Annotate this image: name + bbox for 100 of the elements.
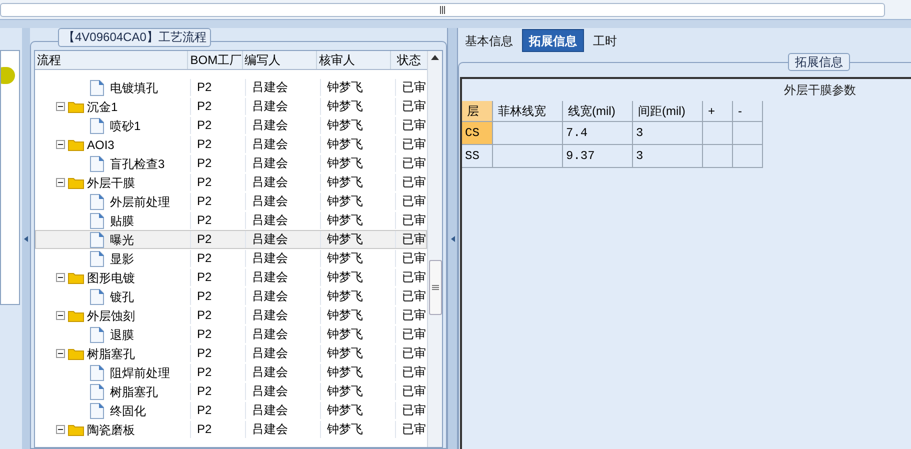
table-cell: 钟梦飞	[327, 327, 363, 341]
table-cell: P2	[197, 175, 212, 189]
tree-row[interactable]: 盲孔检查3 P2 吕建会 钟梦飞 已审	[35, 154, 427, 173]
table-cell: 吕建会	[252, 213, 288, 227]
column-header[interactable]: 编写人	[242, 51, 317, 69]
table-cell: P2	[197, 137, 212, 151]
table-cell: 吕建会	[252, 194, 288, 208]
table-cell: 9.37	[563, 145, 633, 168]
tree-item-label: AOI3	[87, 136, 114, 154]
tree-row[interactable]: 外层前处理 P2 吕建会 钟梦飞 已审	[35, 192, 427, 211]
tree-row[interactable]: 沉金1 P2 吕建会 钟梦飞 已审	[35, 97, 427, 116]
table-cell: P2	[197, 422, 212, 436]
table-cell: 已审	[402, 289, 426, 303]
tree-row[interactable]: 退膜 P2 吕建会 钟梦飞 已审	[35, 325, 427, 344]
expander-icon[interactable]	[56, 178, 65, 187]
tree-item-label: 镀孔	[109, 288, 134, 306]
scroll-thumb[interactable]	[428, 260, 442, 315]
tree-row[interactable]: 电镀填孔 P2 吕建会 钟梦飞 已审	[35, 78, 427, 97]
tree-row[interactable]: 镀孔 P2 吕建会 钟梦飞 已审	[35, 287, 427, 306]
tree-row[interactable]: 外层蚀刻 P2 吕建会 钟梦飞 已审	[35, 306, 427, 325]
collapse-arrow-icon[interactable]	[24, 236, 28, 242]
column-header[interactable]: 核审人	[316, 51, 391, 69]
table-cell: 钟梦飞	[327, 80, 363, 94]
table-cell: 已审	[402, 175, 426, 189]
table-cell: 吕建会	[252, 99, 288, 113]
tree-row[interactable]: 图形电镀 P2 吕建会 钟梦飞 已审	[35, 268, 427, 287]
document-icon	[90, 80, 104, 96]
table-cell: 已审	[402, 403, 426, 417]
table-cell: P2	[197, 213, 212, 227]
table-cell: 已审	[402, 422, 426, 436]
tree-row[interactable]: 树脂塞孔 P2 吕建会 钟梦飞 已审	[35, 382, 427, 401]
tree-row[interactable]: 外层干膜 P2 吕建会 钟梦飞 已审	[35, 173, 427, 192]
table-cell: 钟梦飞	[327, 422, 363, 436]
collapse-arrow-icon[interactable]	[450, 236, 454, 242]
tree-row[interactable]: 陶瓷磨板 P2 吕建会 钟梦飞 已审	[35, 420, 427, 439]
table-title: 外层干膜参数	[783, 82, 857, 99]
tree-item-label: 沉金1	[87, 98, 118, 116]
column-header[interactable]: BOM工厂	[188, 51, 243, 69]
tree-item-label: 树脂塞孔	[109, 384, 158, 400]
tree-item-label: 盲孔检查3	[109, 156, 165, 172]
folder-icon	[68, 271, 84, 284]
column-header[interactable]: 流程	[35, 51, 188, 69]
table-cell: 吕建会	[252, 365, 288, 379]
table-cell: P2	[197, 365, 212, 379]
folder-icon	[68, 347, 84, 360]
table-cell: 3	[633, 145, 703, 168]
table-cell: P2	[197, 289, 212, 303]
row-header[interactable]: SS	[462, 145, 493, 168]
column-header[interactable]: -	[733, 101, 763, 122]
expander-icon[interactable]	[56, 311, 65, 320]
folder-icon	[68, 176, 84, 189]
table-cell: 已审	[402, 327, 426, 341]
tree-row[interactable]: 终固化 P2 吕建会 钟梦飞 已审	[35, 401, 427, 420]
expander-icon[interactable]	[56, 349, 65, 358]
row-header[interactable]: CS	[462, 122, 493, 145]
column-header[interactable]: 线宽(mil)	[563, 101, 633, 122]
table-cell: P2	[197, 156, 212, 170]
tree-row[interactable]: AOI3 P2 吕建会 钟梦飞 已审	[35, 135, 427, 154]
table-cell: 7.4	[563, 122, 633, 145]
table-cell: 已审	[402, 118, 426, 132]
column-header[interactable]: 间距(mil)	[633, 101, 703, 122]
table-cell: P2	[197, 194, 212, 208]
table-cell: 吕建会	[252, 175, 288, 189]
table-cell: 吕建会	[252, 422, 288, 436]
column-header[interactable]: +	[703, 101, 733, 122]
scroll-up-icon[interactable]	[431, 55, 439, 60]
folder-icon	[68, 423, 84, 436]
tree-item-label: 外层前处理	[109, 194, 170, 210]
table-cell: 已审	[402, 194, 426, 208]
tree-item-label: 外层蚀刻	[87, 308, 135, 324]
table-cell	[733, 122, 763, 145]
table-cell: 钟梦飞	[327, 403, 363, 417]
expander-icon[interactable]	[56, 273, 65, 282]
tree-row[interactable]: 树脂塞孔 P2 吕建会 钟梦飞 已审	[35, 344, 427, 363]
table-cell: P2	[197, 384, 212, 398]
tree-item-label: 曝光	[109, 232, 134, 248]
table-cell: 已审	[402, 365, 426, 379]
expander-icon[interactable]	[56, 425, 65, 434]
expander-icon[interactable]	[56, 102, 65, 111]
scrollbar[interactable]	[427, 51, 442, 447]
document-icon	[90, 326, 104, 342]
table-cell: 钟梦飞	[327, 346, 363, 360]
expander-icon[interactable]	[56, 140, 65, 149]
tab[interactable]: 基本信息	[460, 29, 518, 52]
document-icon	[90, 194, 104, 210]
column-header[interactable]: 状态	[390, 51, 427, 69]
tree-row[interactable]: 阻焊前处理 P2 吕建会 钟梦飞 已审	[35, 363, 427, 382]
table-cell: 吕建会	[252, 327, 288, 341]
tab[interactable]: 工时	[588, 29, 622, 52]
tab[interactable]: 拓展信息	[522, 29, 584, 52]
table-cell: 已审	[402, 251, 426, 265]
column-header[interactable]: 菲林线宽	[493, 101, 563, 122]
tree-row[interactable]: 显影 P2 吕建会 钟梦飞 已审	[35, 249, 427, 268]
table-cell: 吕建会	[252, 270, 288, 284]
tree-row[interactable]: 喷砂1 P2 吕建会 钟梦飞 已审	[35, 116, 427, 135]
tree-row[interactable]: 贴膜 P2 吕建会 钟梦飞 已审	[35, 211, 427, 230]
table-cell: 钟梦飞	[327, 175, 363, 189]
tree-item-label: 图形电镀	[87, 270, 135, 286]
column-header[interactable]: 层	[462, 101, 493, 122]
tree-row[interactable]: 曝光 P2 吕建会 钟梦飞 已审	[35, 230, 427, 249]
